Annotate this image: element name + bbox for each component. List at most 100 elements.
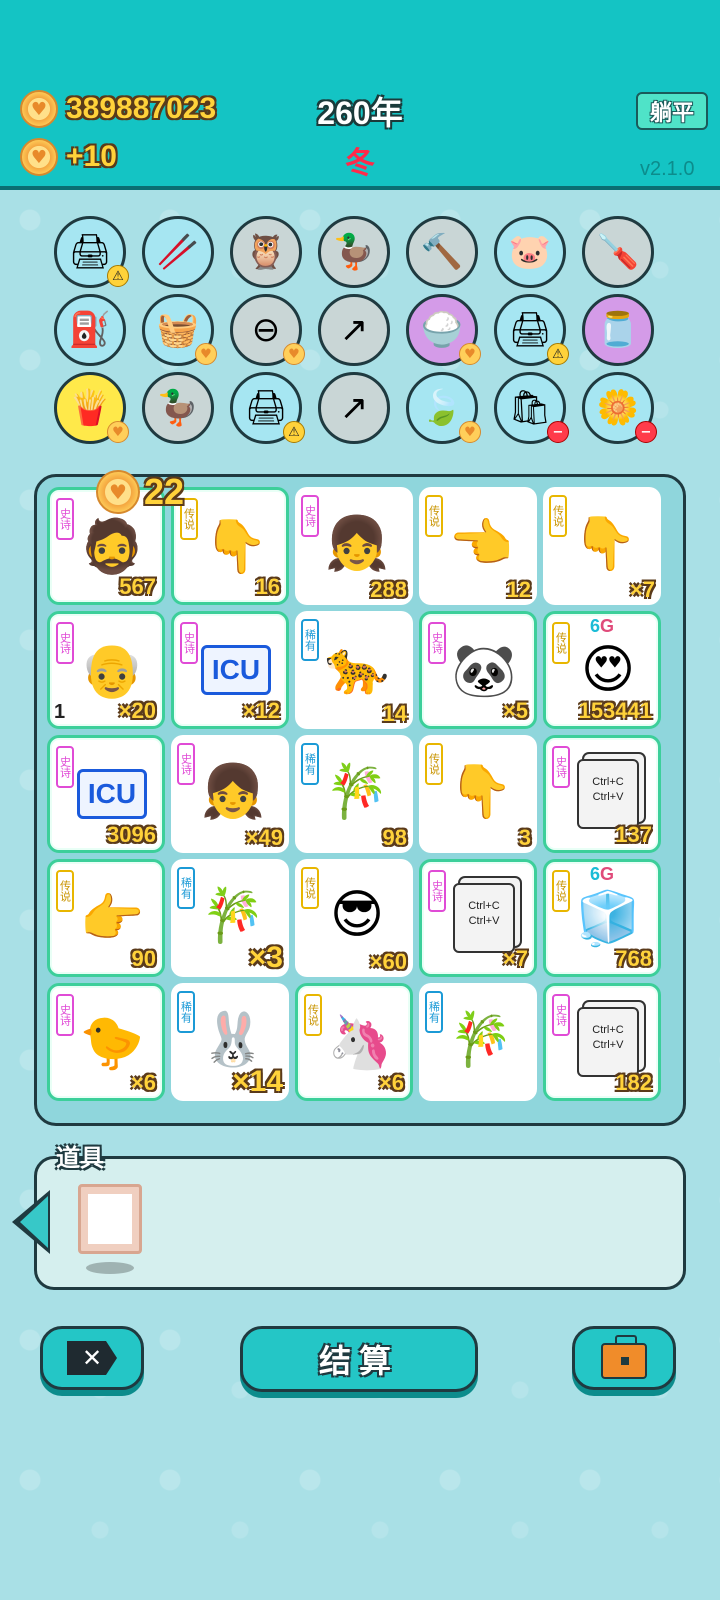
cell-count: 3096 <box>107 822 156 847</box>
board-cell[interactable]: 史诗 Ctrl+C Ctrl+V 137 <box>543 735 661 853</box>
board-cell[interactable]: 史诗 👧 ×49 <box>171 735 289 853</box>
item-glyph-visual: 🪛 <box>596 232 640 272</box>
copy-paste-text: Ctrl+C <box>592 776 624 788</box>
french-fries-icon[interactable]: 🍟🍟♥ <box>54 372 129 444</box>
pot-duck-icon[interactable]: 🦆🦆 <box>142 372 214 444</box>
warn-badge-icon: ⚠ <box>547 343 569 365</box>
arrow-up-right-icon[interactable]: ↗↗ <box>318 294 390 366</box>
board-cell[interactable]: 史诗 ICU ×12 <box>171 611 289 729</box>
left-arrow-icon[interactable] <box>12 1190 50 1254</box>
hammer-icon[interactable]: 🔨🔨 <box>406 216 478 288</box>
board-cell[interactable]: 史诗 🐼 ×5 <box>419 611 537 729</box>
board-cell[interactable]: 稀有 🎋 <box>419 983 537 1101</box>
coin-balance: ♥ 389887023 <box>20 90 216 128</box>
board-cell[interactable]: 史诗 👧 288 <box>295 487 413 605</box>
pump-icon[interactable]: ⛽⛽ <box>54 294 126 366</box>
item-glyph-visual: 🍃 <box>420 388 464 428</box>
board-cell[interactable]: 稀有 🐰 ×14 <box>171 983 289 1101</box>
cell-count: 98 <box>382 825 407 850</box>
cell-count: 182 <box>615 1070 652 1095</box>
board-cell[interactable]: 史诗 ICU 3096 <box>47 735 165 853</box>
board-cell[interactable]: 传说 👇 3 <box>419 735 537 853</box>
panda-icon: 🐼 <box>446 632 522 708</box>
exit-button[interactable]: ✕ <box>40 1326 144 1390</box>
coin-bonus: ♥ 22 <box>96 470 184 514</box>
season-label: 冬 <box>345 146 375 181</box>
board-cell[interactable]: 传说 👇 ×7 <box>543 487 661 605</box>
rarity-tag: 稀有 <box>301 743 319 785</box>
item-glyph-visual: 🖨 <box>68 232 112 272</box>
board-cell[interactable]: 史诗 Ctrl+C Ctrl+V 182 <box>543 983 661 1101</box>
cell-count: ×12 <box>242 698 280 723</box>
chopsticks-icon[interactable]: 🥢🥢 <box>142 216 214 288</box>
rarity-tag: 稀有 <box>177 991 195 1033</box>
bag-button[interactable] <box>572 1326 676 1390</box>
cell-glyph: 🧔 <box>79 516 145 577</box>
cell-glyph: 👧 <box>324 513 390 574</box>
icu-sign-icon: ICU <box>198 632 274 708</box>
rarity-tag: 史诗 <box>428 870 446 912</box>
rarity-tag: 史诗 <box>301 495 319 537</box>
chick-icon: 🐤 <box>74 1004 150 1080</box>
board-cell[interactable]: 传说 🦄 ×6 <box>295 983 413 1101</box>
board-cell[interactable]: 传说 👈 12 <box>419 487 537 605</box>
board-cell[interactable]: 史诗 👴 1 ×20 <box>47 611 165 729</box>
board-cell[interactable]: 传说 6G 😍 153441 <box>543 611 661 729</box>
board-cell[interactable]: 稀有 🎋 98 <box>295 735 413 853</box>
minus-badge-icon: − <box>547 421 569 443</box>
rarity-tag: 传说 <box>552 870 570 912</box>
piggy-bank-icon[interactable]: 🐷🐷 <box>494 216 566 288</box>
item-glyph-visual: 🔨 <box>420 232 464 272</box>
fruit-basket-icon[interactable]: 🧺🧺♥ <box>142 294 217 366</box>
coin-income: ♥ +10 <box>20 138 117 176</box>
arrow-up-right-icon[interactable]: ↗↗ <box>318 372 390 444</box>
settle-button[interactable]: 结算 <box>240 1326 478 1392</box>
coin-icon: ♥ <box>96 470 140 514</box>
board-cell[interactable]: 传说 6G 🧊 768 <box>543 859 661 977</box>
cell-glyph: 🐤 <box>79 1012 145 1073</box>
old-man-mask-icon: 🧔 <box>74 508 150 584</box>
board-cell[interactable]: 传说 👇 16 <box>171 487 289 605</box>
cell-glyph: 👇 <box>572 513 638 574</box>
printer-icon[interactable]: 🖨🖨⚠ <box>494 294 569 366</box>
board-cell[interactable]: 传说 😎 ×60 <box>295 859 413 977</box>
printer-icon[interactable]: 🖨🖨⚠ <box>230 372 305 444</box>
screwdriver-icon[interactable]: 🪛🪛 <box>582 216 654 288</box>
cell-count: 90 <box>131 946 156 971</box>
pointing-hand-icon: 👇 <box>567 505 643 581</box>
item-shelf: 🖨🖨⚠🥢🥢🦉🦉🦆🦆🔨🔨🐷🐷🪛🪛⛽⛽🧺🧺♥⊖⊖♥↗↗🍚🍚♥🖨🖨⚠🫙🫙🍟🍟♥🦆🦆🖨🖨… <box>0 200 720 460</box>
potted-flower-icon[interactable]: 🌼🌼− <box>582 372 657 444</box>
cell-count: 153441 <box>578 698 652 723</box>
board-cell[interactable]: 稀有 🐆 14 <box>295 611 413 729</box>
leaf-icon[interactable]: 🍃🍃♥ <box>406 372 481 444</box>
minus-sign-icon[interactable]: ⊖⊖♥ <box>230 294 305 366</box>
garbage-bag-icon[interactable]: 🛍🛍− <box>494 372 569 444</box>
board-cell[interactable]: 稀有 🎋 ×3 <box>171 859 289 977</box>
cell-count: ×3 <box>248 941 283 974</box>
cell-count: ×49 <box>245 825 283 850</box>
item-glyph-visual: 🦆 <box>332 232 376 272</box>
cell-count: ×7 <box>629 577 655 602</box>
coin-icon: ♥ <box>20 90 58 128</box>
cell-glyph: 👧 <box>200 761 266 822</box>
board-cell[interactable]: 史诗 Ctrl+C Ctrl+V ×7 <box>419 859 537 977</box>
cell-glyph: 🐼 <box>451 640 517 701</box>
picture-frame-icon[interactable] <box>78 1184 142 1254</box>
copy-paste-text: Ctrl+C <box>468 900 500 912</box>
item-glyph-visual: ↗ <box>339 310 369 350</box>
cell-count: 16 <box>255 574 280 599</box>
rice-bowl-icon[interactable]: 🍚🍚♥ <box>406 294 481 366</box>
board-cell[interactable]: 史诗 🐤 ×6 <box>47 983 165 1101</box>
pot-duck-icon[interactable]: 🦆🦆 <box>318 216 390 288</box>
jar-icon[interactable]: 🫙🫙 <box>582 294 654 366</box>
rarity-tag: 传说 <box>56 870 74 912</box>
owl-icon[interactable]: 🦉🦉 <box>230 216 302 288</box>
rarity-tag: 史诗 <box>56 622 74 664</box>
slot-board: 史诗 🧔 567 传说 👇 16 史诗 👧 288 传说 👈 12 传说 👇 ×7 史诗 👴 1 ×20 史诗 ICU ×… <box>34 474 686 1126</box>
lie-flat-button[interactable]: 躺平 <box>636 92 708 130</box>
sunglasses-man-icon: 😎 <box>319 877 395 953</box>
cell-glyph: 👴 <box>79 640 145 701</box>
board-cell[interactable]: 传说 👉 90 <box>47 859 165 977</box>
printer-icon[interactable]: 🖨🖨⚠ <box>54 216 129 288</box>
copy-paste-icon: Ctrl+C Ctrl+V <box>446 880 522 956</box>
